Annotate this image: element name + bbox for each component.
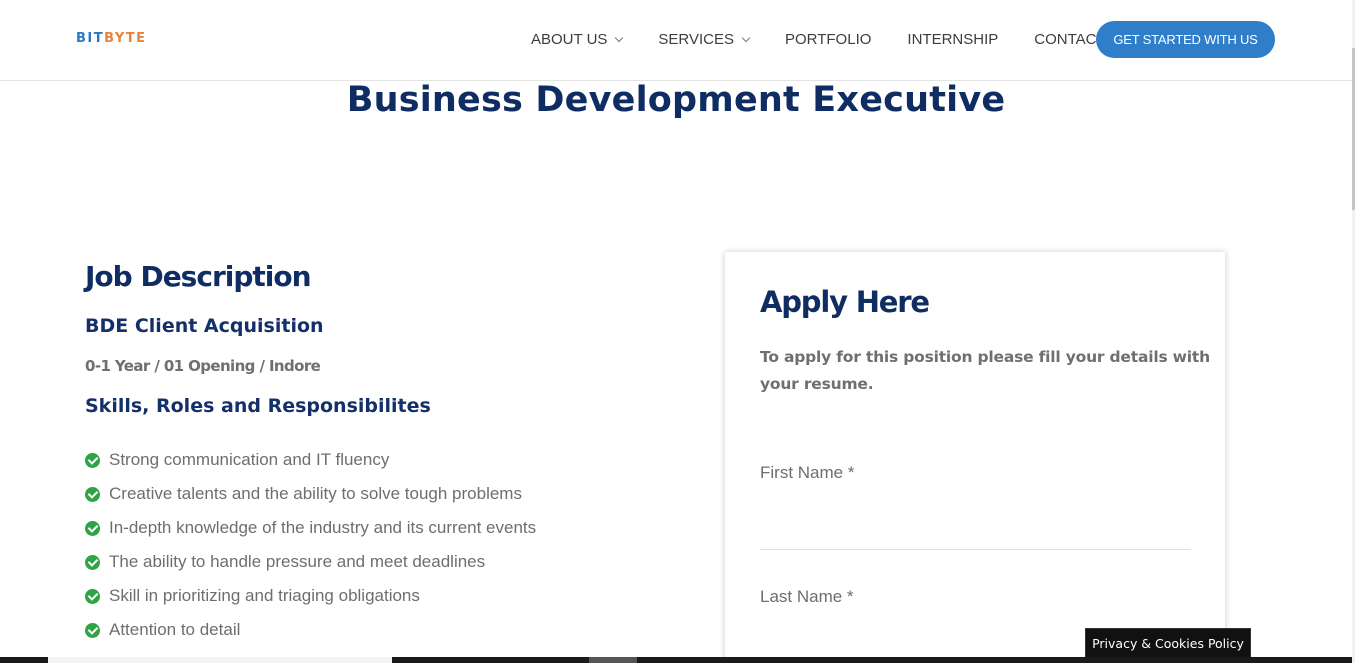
job-description-heading: Job Description	[85, 260, 312, 293]
skills-heading: Skills, Roles and Responsibilites	[85, 395, 431, 417]
nav-item-label: ABOUT US	[531, 30, 608, 48]
skill-text: Creative talents and the ability to solv…	[109, 484, 522, 503]
nav-item-label: INTERNSHIP	[907, 30, 999, 48]
site-header: BITBYTE ABOUT US SERVICES PORTFOLIO INTE…	[0, 0, 1352, 81]
skill-text: The ability to handle pressure and meet …	[109, 552, 486, 571]
job-meta: 0-1 Year / 01 Opening / Indore	[85, 357, 321, 375]
apply-card: Apply Here To apply for this position pl…	[725, 252, 1225, 663]
first-name-label: First Name *	[760, 463, 855, 482]
list-item: Attention to detail	[85, 613, 536, 647]
nav-item-label: SERVICES	[658, 30, 734, 48]
apply-heading: Apply Here	[760, 285, 930, 319]
check-circle-icon	[85, 588, 100, 604]
list-item: Creative talents and the ability to solv…	[85, 477, 536, 511]
get-started-button[interactable]: GET STARTED WITH US	[1096, 21, 1275, 58]
nav-item-label: PORTFOLIO	[785, 30, 872, 48]
page-title: Business Development Executive	[346, 80, 1006, 120]
privacy-cookies-button[interactable]: Privacy & Cookies Policy	[1085, 628, 1251, 658]
list-item: Strong communication and IT fluency	[85, 443, 536, 477]
list-item: The ability to handle pressure and meet …	[85, 545, 536, 579]
bottom-bar	[0, 657, 1352, 663]
list-item: Skill in prioritizing and triaging oblig…	[85, 579, 536, 613]
last-name-label: Last Name *	[760, 587, 854, 606]
nav-item-services[interactable]: SERVICES	[658, 30, 751, 48]
skill-text: Attention to detail	[109, 620, 241, 639]
bitbyte-logo[interactable]: BITBYTE	[76, 31, 146, 46]
skill-text: Strong communication and IT fluency	[109, 450, 390, 469]
nav-item-label: CONTACT	[1034, 30, 1106, 48]
bottom-bar-segment	[589, 657, 637, 663]
check-circle-icon	[85, 622, 100, 638]
job-subheading: BDE Client Acquisition	[85, 315, 324, 337]
check-circle-icon	[85, 486, 100, 502]
main-nav: ABOUT US SERVICES PORTFOLIO INTERNSHIP C…	[531, 30, 1142, 48]
chevron-down-icon	[741, 33, 751, 42]
list-item: In-depth knowledge of the industry and i…	[85, 511, 536, 545]
skills-list: Strong communication and IT fluency Crea…	[85, 443, 536, 663]
first-name-input[interactable]	[760, 516, 1191, 550]
nav-item-portfolio[interactable]: PORTFOLIO	[785, 30, 871, 48]
nav-item-internship[interactable]: INTERNSHIP	[907, 30, 998, 48]
chevron-down-icon	[615, 33, 624, 42]
check-circle-icon	[85, 554, 100, 570]
bottom-bar-segment	[48, 657, 392, 663]
skill-text: In-depth knowledge of the industry and i…	[109, 518, 537, 537]
skill-text: Skill in prioritizing and triaging oblig…	[109, 586, 420, 605]
check-circle-icon	[85, 452, 100, 468]
nav-item-contact[interactable]: CONTACT	[1034, 30, 1105, 48]
apply-description: To apply for this position please fill y…	[760, 348, 1210, 393]
check-circle-icon	[85, 520, 100, 536]
nav-item-about-us[interactable]: ABOUT US	[531, 30, 624, 48]
